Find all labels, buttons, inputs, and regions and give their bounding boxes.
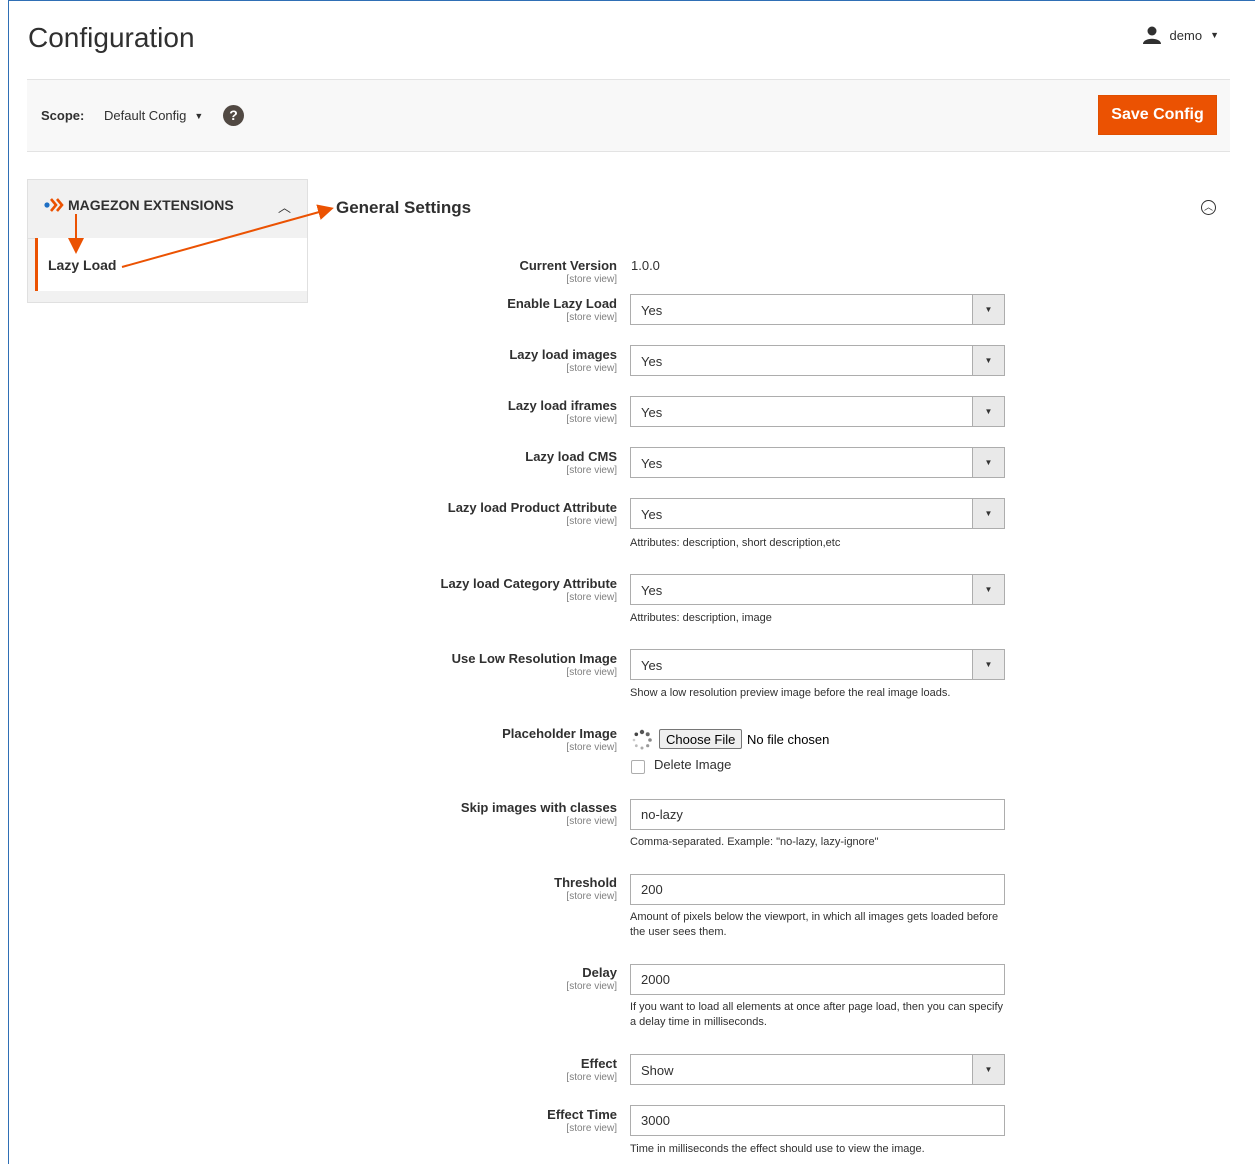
user-menu[interactable]: demo ▼ (1142, 26, 1219, 44)
select-arrow-icon: ▼ (972, 1055, 1004, 1084)
current-version-value: 1.0.0 (631, 258, 660, 273)
field-label-use-low-resolution-image: Use Low Resolution Image [store view] (451, 651, 617, 678)
field-label-lazy-load-cms: Lazy load CMS [store view] (525, 449, 617, 476)
field-label-effect-time: Effect Time [store view] (547, 1107, 617, 1134)
field-note-low-resolution: Show a low resolution preview image befo… (630, 687, 951, 699)
scope-switcher[interactable]: Default Config ▼ (104, 108, 203, 123)
field-label-lazy-load-images: Lazy load images [store view] (509, 347, 617, 374)
sidebar-item-lazy-load[interactable]: Lazy Load (35, 238, 307, 291)
threshold-input[interactable] (631, 875, 1004, 904)
select-arrow-icon: ▼ (972, 575, 1004, 604)
config-sidebar: MAGEZON EXTENSIONS ︿ Lazy Load (27, 179, 308, 303)
select-arrow-icon: ▼ (972, 295, 1004, 324)
choose-file-button[interactable]: Choose File (659, 729, 743, 749)
lazy-load-images-select[interactable]: Yes ▼ (630, 345, 1005, 376)
select-arrow-icon: ▼ (972, 397, 1004, 426)
delay-input[interactable] (631, 965, 1004, 994)
field-label-lazy-load-category-attribute: Lazy load Category Attribute [store view… (440, 576, 617, 603)
lazy-load-cms-select[interactable]: Yes ▼ (630, 447, 1005, 478)
field-note-effect-time: Time in milliseconds the effect should u… (630, 1143, 925, 1155)
sidebar-item-label: Lazy Load (48, 257, 117, 273)
save-config-button[interactable]: Save Config (1098, 95, 1217, 135)
chevron-up-icon[interactable]: ︿ (278, 197, 291, 216)
field-note-threshold: Amount of pixels below the viewport, in … (630, 911, 999, 938)
sidebar-group-title: MAGEZON EXTENSIONS (68, 197, 234, 213)
lazy-load-category-attribute-select[interactable]: Yes ▼ (630, 574, 1005, 605)
field-note-delay: If you want to load all elements at once… (630, 1001, 1004, 1028)
field-label-enable-lazy-load: Enable Lazy Load [store view] (507, 296, 617, 323)
user-menu-caret-icon: ▼ (1210, 30, 1219, 40)
enable-lazy-load-select[interactable]: Yes ▼ (630, 294, 1005, 325)
user-name: demo (1169, 27, 1203, 43)
effect-select[interactable]: Show ▼ (630, 1054, 1005, 1085)
delete-image-checkbox[interactable] (631, 760, 645, 774)
field-label-effect: Effect [store view] (566, 1056, 617, 1083)
file-status-text: No file chosen (747, 732, 830, 747)
select-arrow-icon: ▼ (972, 448, 1004, 477)
magezon-logo-icon (44, 198, 64, 212)
threshold-input-wrap (630, 874, 1005, 905)
field-label-current-version: Current Version [store view] (519, 258, 617, 285)
annotation-arrows (68, 204, 334, 268)
delete-image-label[interactable]: Delete Image (654, 757, 731, 772)
effect-time-input[interactable] (631, 1106, 1004, 1135)
field-label-lazy-load-product-attribute: Lazy load Product Attribute [store view] (447, 500, 617, 527)
help-icon[interactable]: ? (223, 105, 244, 126)
select-arrow-icon: ▼ (972, 650, 1004, 679)
user-icon (1142, 26, 1161, 44)
field-note-skip-classes: Comma-separated. Example: "no-lazy, lazy… (630, 836, 879, 848)
field-label-threshold: Threshold [store view] (554, 875, 617, 902)
page-title: Configuration (28, 22, 195, 53)
field-label-placeholder-image: Placeholder Image [store view] (502, 726, 617, 753)
skip-images-classes-input[interactable] (631, 800, 1004, 829)
field-note-category-attribute: Attributes: description, image (630, 612, 772, 624)
effect-time-input-wrap (630, 1105, 1005, 1136)
loading-spinner-icon (632, 729, 652, 750)
collapse-up-icon[interactable]: ︿ (1201, 200, 1216, 215)
scope-label: Scope: (41, 108, 85, 123)
lazy-load-iframes-select[interactable]: Yes ▼ (630, 396, 1005, 427)
scope-bar: Scope: Default Config ▼ ? Save Config (27, 79, 1230, 152)
field-note-product-attribute: Attributes: description, short descripti… (630, 537, 841, 549)
frame-border-left (8, 0, 9, 1164)
select-arrow-icon: ▼ (972, 499, 1004, 528)
frame-border-top (8, 0, 1255, 1)
lazy-load-product-attribute-select[interactable]: Yes ▼ (630, 498, 1005, 529)
field-label-skip-images-with-classes: Skip images with classes [store view] (460, 800, 617, 827)
section-title-general-settings[interactable]: General Settings (336, 198, 471, 218)
select-arrow-icon: ▼ (972, 346, 1004, 375)
field-label-lazy-load-iframes: Lazy load iframes [store view] (507, 398, 617, 425)
delay-input-wrap (630, 964, 1005, 995)
use-low-resolution-image-select[interactable]: Yes ▼ (630, 649, 1005, 680)
skip-images-classes-input-wrap (630, 799, 1005, 830)
field-label-delay: Delay [store view] (566, 965, 617, 992)
sidebar-group-header[interactable]: MAGEZON EXTENSIONS ︿ (28, 180, 307, 239)
scope-caret-icon: ▼ (194, 110, 204, 121)
scope-value: Default Config (104, 108, 187, 123)
